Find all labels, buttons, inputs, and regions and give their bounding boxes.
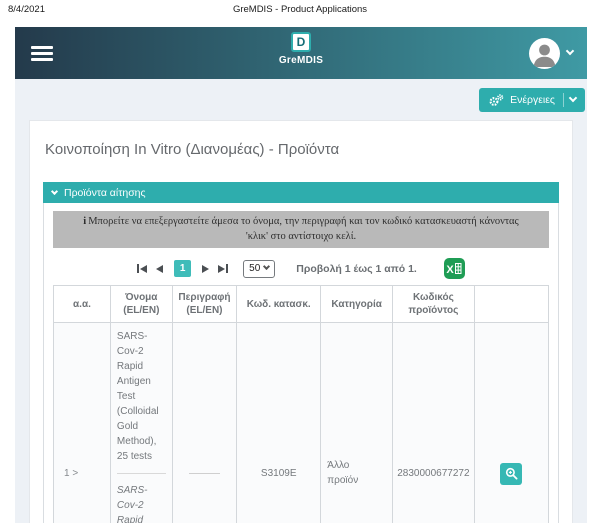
header-category: Κατηγορία	[321, 286, 393, 323]
name-en[interactable]: SARS-Cov-2 Rapid Antigen Test (Colloidal…	[117, 483, 166, 523]
excel-export-icon[interactable]: X	[444, 258, 465, 279]
chevron-down-icon	[263, 263, 270, 270]
magnifier-icon	[505, 467, 518, 480]
actions-row: Ενέργειες	[15, 79, 587, 120]
actions-button-label: Ενέργειες	[510, 94, 555, 106]
chevron-down-icon	[569, 94, 577, 102]
category-cell: Άλλο προϊόν	[321, 323, 393, 523]
header-manufacturer-code: Κωδ. κατασκ.	[237, 286, 321, 323]
info-text: Μπορείτε να επεξεργαστείτε άμεσα το όνομ…	[88, 216, 519, 242]
products-table: α.α. Όνομα (EL/EN) Περιγραφή (EL/EN) Κωδ…	[53, 285, 549, 523]
button-divider	[563, 93, 564, 107]
previous-page-button[interactable]	[156, 265, 163, 273]
header-actions	[474, 286, 548, 323]
header-product-code: Κωδικός προϊόντος	[393, 286, 475, 323]
first-page-button[interactable]	[137, 264, 147, 273]
row-index-cell[interactable]: 1 >	[54, 323, 111, 523]
pagination-summary: Προβολή 1 έως 1 από 1.	[296, 263, 417, 275]
brand-letter-box: D	[291, 32, 311, 52]
gears-icon	[488, 94, 504, 107]
name-el[interactable]: SARS-Cov-2 Rapid Antigen Test (Colloidal…	[117, 329, 166, 464]
panel-title: Προϊόντα αίτησης	[64, 187, 146, 199]
product-code-cell: 2830000677272	[393, 323, 475, 523]
brand-logo: D GreMDIS	[15, 32, 587, 66]
products-panel: Προϊόντα αίτησης iΜπορείτε να επεξεργαστ…	[43, 182, 559, 523]
avatar[interactable]	[529, 38, 560, 69]
description-cell[interactable]	[172, 323, 236, 523]
table-header-row: α.α. Όνομα (EL/EN) Περιγραφή (EL/EN) Κωδ…	[54, 286, 549, 323]
name-cell[interactable]: SARS-Cov-2 Rapid Antigen Test (Colloidal…	[110, 323, 172, 523]
person-icon	[529, 38, 560, 69]
brand-letter: D	[297, 35, 306, 49]
info-banner: iΜπορείτε να επεξεργαστείτε άμεσα το όνο…	[53, 211, 549, 248]
row-index: 1	[64, 468, 70, 479]
manufacturer-code-cell[interactable]: S3109E	[237, 323, 321, 523]
next-page-button[interactable]	[202, 265, 209, 273]
page-title: Κοινοποίηση In Vitro (Διανομέας) - Προϊό…	[43, 141, 559, 158]
page: 8/4/2021 GreMDIS - Product Applications …	[0, 0, 600, 523]
menu-icon[interactable]	[31, 46, 53, 61]
print-header: 8/4/2021 GreMDIS - Product Applications	[0, 4, 600, 24]
row-actions-cell	[474, 323, 548, 523]
category-value: Άλλο προϊόν	[327, 459, 371, 488]
last-page-button[interactable]	[218, 264, 228, 273]
name-divider	[117, 473, 166, 474]
user-menu[interactable]	[529, 27, 573, 79]
chevron-down-icon	[51, 188, 58, 195]
actions-button[interactable]: Ενέργειες	[479, 88, 585, 112]
view-details-button[interactable]	[500, 463, 522, 485]
brand-name: GreMDIS	[279, 55, 323, 66]
content-card: Κοινοποίηση In Vitro (Διανομέας) - Προϊό…	[29, 120, 573, 523]
description-divider	[189, 473, 220, 474]
panel-body: iΜπορείτε να επεξεργαστείτε άμεσα το όνο…	[43, 203, 559, 523]
current-page-button[interactable]: 1	[174, 260, 191, 277]
app-frame: D GreMDIS	[15, 27, 587, 523]
page-size-select[interactable]: 50	[243, 260, 275, 278]
header-index: α.α.	[54, 286, 111, 323]
header-description: Περιγραφή (EL/EN)	[172, 286, 236, 323]
info-icon: i	[83, 216, 86, 227]
pagination-bar: 1 50 Προβολή 1 έως 1 από 1. X	[53, 258, 549, 279]
page-size-value: 50	[249, 263, 260, 274]
table-row: 1 > SARS-Cov-2 Rapid Antigen Test (Collo…	[54, 323, 549, 523]
panel-header-products[interactable]: Προϊόντα αίτησης	[43, 182, 559, 203]
header-name: Όνομα (EL/EN)	[110, 286, 172, 323]
svg-text:X: X	[446, 264, 454, 276]
row-expander-icon[interactable]: >	[72, 468, 78, 479]
app-navbar: D GreMDIS	[15, 27, 587, 79]
chevron-down-icon	[566, 47, 574, 55]
print-page-title: GreMDIS - Product Applications	[0, 4, 600, 15]
